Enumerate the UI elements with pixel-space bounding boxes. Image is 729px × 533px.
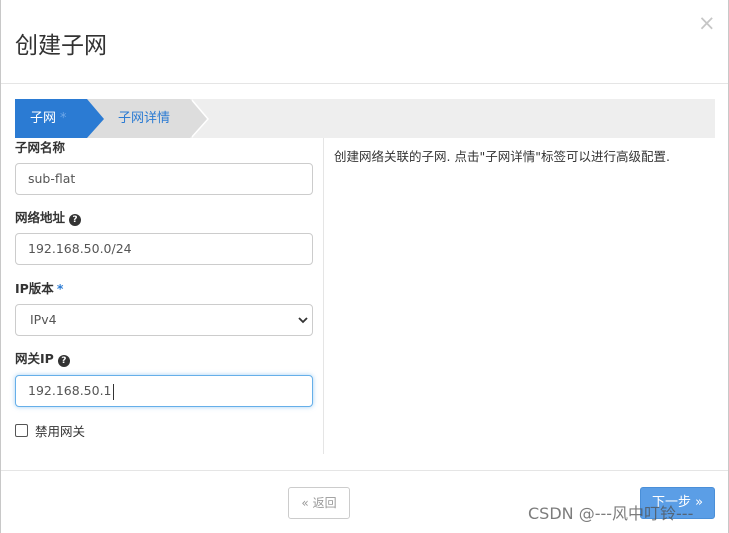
help-description: 创建网络关联的子网. 点击"子网详情"标签可以进行高级配置. xyxy=(334,149,670,164)
disable-gateway-row[interactable]: 禁用网关 xyxy=(15,423,85,441)
text-cursor xyxy=(112,383,114,400)
wizard-steps: 子网详情 子网 * xyxy=(15,99,715,138)
column-divider xyxy=(323,138,324,454)
watermark: CSDN @---风中叮铃--- xyxy=(528,504,694,523)
disable-gateway-label: 禁用网关 xyxy=(35,424,86,439)
dialog-title: 创建子网 xyxy=(15,33,107,59)
question-circle-icon[interactable]: ? xyxy=(69,214,82,226)
subnet-name-input[interactable]: sub-flat xyxy=(15,163,313,195)
create-subnet-dialog: 创建子网 × 子网详情 子网 * 子网名称 sub-flat 网络地址? 192.… xyxy=(0,0,729,533)
close-icon[interactable]: × xyxy=(698,12,716,34)
tab-subnet-details-label: 子网详情 xyxy=(118,111,171,126)
ip-version-label: IP版本 * xyxy=(15,281,64,296)
required-mark: * xyxy=(56,281,64,296)
question-circle-icon[interactable]: ? xyxy=(57,355,70,367)
ip-version-selected: IPv4 xyxy=(30,312,57,327)
dialog-header: 创建子网 × xyxy=(1,0,728,84)
chevron-down-icon xyxy=(298,317,308,324)
network-address-input[interactable]: 192.168.50.0/24 xyxy=(15,233,313,265)
ip-version-select[interactable]: IPv4 xyxy=(15,304,313,336)
tab-subnet-label: 子网 xyxy=(30,111,57,126)
step-arrow-active xyxy=(87,99,104,138)
gateway-ip-label: 网关IP? xyxy=(15,350,70,368)
step-arrow xyxy=(190,99,207,138)
required-mark: * xyxy=(60,111,67,126)
network-address-label: 网络地址? xyxy=(15,209,82,227)
subnet-name-label: 子网名称 xyxy=(15,140,66,155)
tab-subnet[interactable]: 子网 * xyxy=(15,99,104,138)
disable-gateway-checkbox[interactable] xyxy=(15,424,28,437)
gateway-ip-input[interactable]: 192.168.50.1 xyxy=(15,375,313,407)
back-button[interactable]: « 返回 xyxy=(288,487,350,519)
